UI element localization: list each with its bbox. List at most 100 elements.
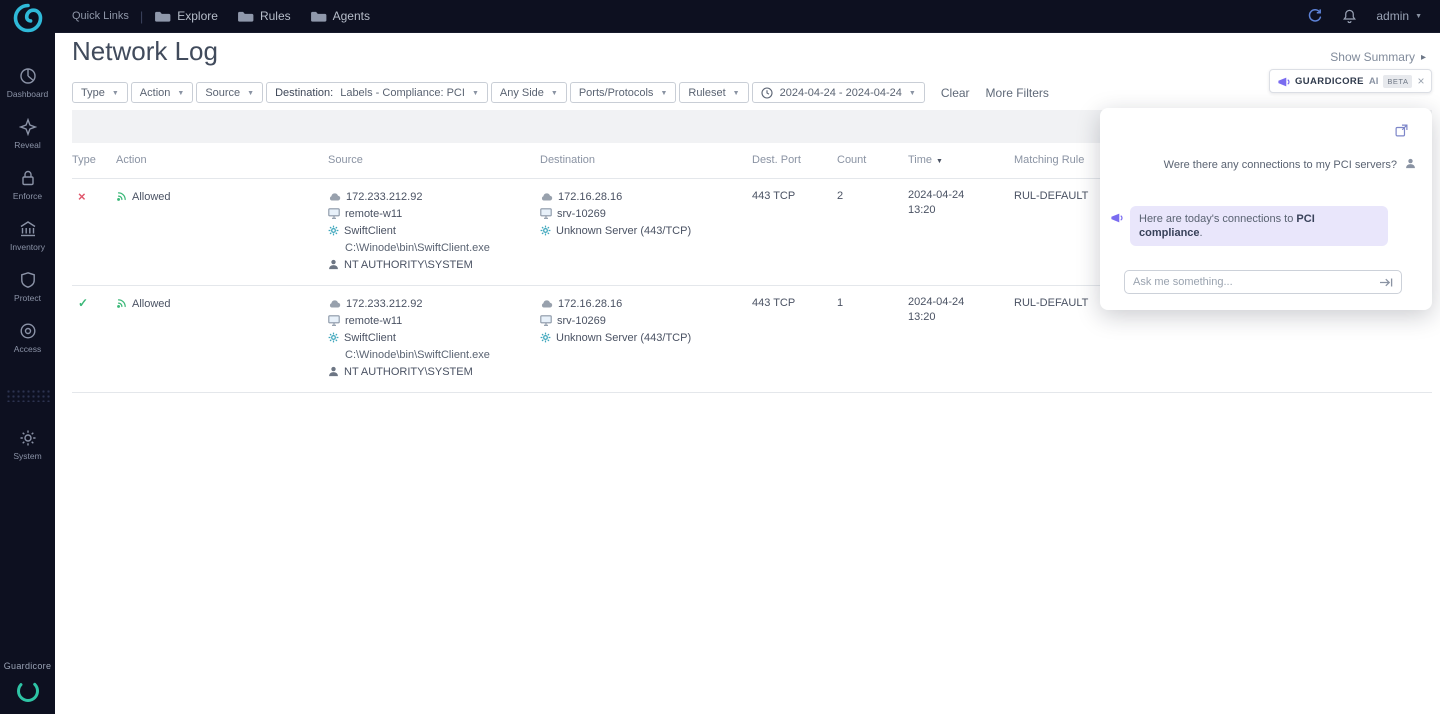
bell-icon[interactable] [1342, 8, 1357, 24]
sidebar-item-label: Enforce [13, 191, 42, 201]
filter-ports-protocols[interactable]: Ports/Protocols ▼ [570, 82, 677, 103]
cloud-icon [540, 192, 553, 201]
show-summary-link[interactable]: Show Summary ▸ [1330, 50, 1426, 64]
user-avatar-icon [1405, 158, 1416, 169]
show-summary-label: Show Summary [1330, 50, 1415, 64]
sidebar-item-system[interactable]: System [0, 429, 55, 461]
clear-filters-link[interactable]: Clear [941, 86, 970, 100]
source-host[interactable]: remote-w11 [328, 205, 540, 222]
close-icon[interactable]: × [1417, 75, 1424, 87]
destination-host[interactable]: srv-10269 [540, 312, 752, 329]
topbar-item-explore[interactable]: Explore [154, 9, 218, 23]
chevron-down-icon: ▼ [177, 90, 184, 97]
guardicore-spinner-icon [15, 678, 41, 704]
source-cell: 172.233.212.92 remote-w11 SwiftClient C:… [328, 188, 540, 273]
destination-cell: 172.16.28.16 srv-10269 Unknown Server (4… [540, 295, 752, 346]
sidebar-item-enforce[interactable]: Enforce [0, 169, 55, 201]
expand-icon[interactable] [1395, 124, 1408, 137]
topbar-item-agents[interactable]: Agents [310, 9, 370, 23]
guardicore-ai-badge[interactable]: GUARDICORE AI BETA × [1269, 69, 1432, 93]
filter-ruleset[interactable]: Ruleset ▼ [679, 82, 748, 103]
source-user: NT AUTHORITY\SYSTEM [328, 256, 540, 273]
column-header-count[interactable]: Count [837, 154, 908, 166]
ai-message[interactable]: Here are today's connections to PCI comp… [1130, 206, 1388, 246]
column-header-type[interactable]: Type [72, 154, 116, 166]
source-host[interactable]: remote-w11 [328, 312, 540, 329]
destination-service[interactable]: Unknown Server (443/TCP) [540, 222, 752, 239]
chevron-right-icon: ▸ [1421, 52, 1426, 63]
destination-ip[interactable]: 172.16.28.16 [540, 188, 752, 205]
sidebar-item-protect[interactable]: Protect [0, 271, 55, 303]
filter-destination-label: Destination: [275, 87, 333, 99]
refresh-icon[interactable] [1307, 8, 1323, 24]
app-window: Dashboard Reveal Enforce Inventory Prote… [0, 0, 1440, 714]
guardicore-logo-icon[interactable] [13, 3, 43, 33]
column-header-source[interactable]: Source [328, 154, 540, 166]
user-icon [328, 259, 339, 270]
chevron-down-icon: ▼ [247, 90, 254, 97]
filter-bar: Type ▼ Action ▼ Source ▼ Destination: La… [72, 82, 1049, 103]
topbar-nav: Explore Rules Agents [154, 9, 370, 23]
monitor-icon [328, 208, 340, 219]
destination-host[interactable]: srv-10269 [540, 205, 752, 222]
brand-label: Guardicore [4, 661, 52, 671]
filter-source[interactable]: Source ▼ [196, 82, 263, 103]
dest-port-value: 443 TCP [752, 295, 837, 312]
username-label: admin [1376, 9, 1409, 23]
sidebar-item-dashboard[interactable]: Dashboard [0, 67, 55, 99]
topbar-item-rules[interactable]: Rules [237, 9, 291, 23]
sidebar-item-reveal[interactable]: Reveal [0, 118, 55, 150]
shield-icon [19, 271, 37, 289]
sidebar-item-label: Reveal [14, 140, 40, 150]
filter-destination[interactable]: Destination: Labels - Compliance: PCI ▼ [266, 82, 488, 103]
sidebar-item-access[interactable]: Access [0, 322, 55, 354]
source-process-path: C:\Winode\bin\SwiftClient.exe [328, 239, 540, 256]
service-gear-icon [540, 332, 551, 343]
gear-icon [19, 429, 37, 447]
destination-service[interactable]: Unknown Server (443/TCP) [540, 329, 752, 346]
chevron-down-icon: ▼ [909, 90, 916, 97]
topbar-item-label: Agents [333, 9, 370, 23]
user-icon [328, 366, 339, 377]
ai-badge-ai: AI [1369, 76, 1379, 87]
destination-cell: 172.16.28.16 srv-10269 Unknown Server (4… [540, 188, 752, 239]
column-header-action[interactable]: Action [116, 154, 328, 166]
more-filters-link[interactable]: More Filters [986, 86, 1049, 100]
filter-date-range[interactable]: 2024-04-24 - 2024-04-24 ▼ [752, 82, 925, 103]
action-label: Allowed [132, 298, 171, 310]
quick-links-label[interactable]: Quick Links [72, 10, 129, 22]
chevron-down-icon: ▼ [472, 90, 479, 97]
topbar: Quick Links | Explore Rules Agents admin… [55, 0, 1440, 33]
column-header-time[interactable]: Time ▼ [908, 154, 1014, 166]
chevron-down-icon: ▼ [112, 90, 119, 97]
filter-any-side[interactable]: Any Side ▼ [491, 82, 567, 103]
sidebar-nav: Dashboard Reveal Enforce Inventory Prote… [0, 67, 55, 461]
source-process[interactable]: SwiftClient [328, 329, 540, 346]
allowed-signal-icon [116, 298, 127, 309]
ai-chat-panel: Were there any connections to my PCI ser… [1100, 108, 1432, 310]
filter-action[interactable]: Action ▼ [131, 82, 194, 103]
destination-ip[interactable]: 172.16.28.16 [540, 295, 752, 312]
ai-horn-icon [1277, 75, 1290, 88]
filter-type[interactable]: Type ▼ [72, 82, 128, 103]
column-header-dest-port[interactable]: Dest. Port [752, 154, 837, 166]
ai-message-row: Here are today's connections to PCI comp… [1110, 206, 1388, 246]
monitor-icon [328, 315, 340, 326]
source-ip[interactable]: 172.233.212.92 [328, 188, 540, 205]
sidebar-item-inventory[interactable]: Inventory [0, 220, 55, 252]
ai-badge-brand: GUARDICORE [1295, 76, 1364, 87]
source-cell: 172.233.212.92 remote-w11 SwiftClient C:… [328, 295, 540, 380]
dashboard-icon [19, 67, 37, 85]
count-value: 1 [837, 295, 908, 312]
send-icon[interactable] [1379, 277, 1393, 288]
source-ip[interactable]: 172.233.212.92 [328, 295, 540, 312]
ai-input[interactable] [1133, 276, 1373, 288]
topbar-right: admin ▼ [1307, 8, 1422, 24]
user-menu[interactable]: admin ▼ [1376, 9, 1422, 23]
connection-established-icon: ✓ [72, 295, 116, 312]
sidebar: Dashboard Reveal Enforce Inventory Prote… [0, 0, 55, 714]
page-title: Network Log [72, 36, 218, 67]
source-process[interactable]: SwiftClient [328, 222, 540, 239]
column-header-destination[interactable]: Destination [540, 154, 752, 166]
sidebar-item-label: System [13, 451, 41, 461]
